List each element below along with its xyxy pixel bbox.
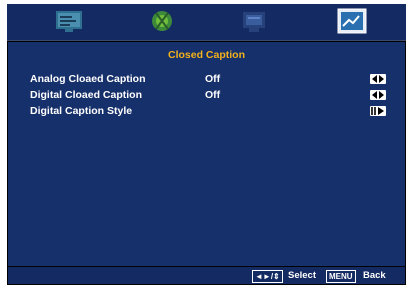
row-label: Digital Cloaed Caption — [30, 89, 143, 101]
menu-row-analog-caption[interactable]: Analog Cloaed Caption Off — [30, 73, 390, 87]
row-value: Off — [205, 89, 221, 101]
select-key-icon: ◄►/⇕ — [252, 270, 283, 283]
panel-title: Closed Caption — [167, 49, 245, 61]
caption-icon[interactable] — [337, 8, 367, 34]
footer-hint-bar: ◄►/⇕ Select MENU Back — [8, 267, 405, 284]
setup-icon[interactable] — [239, 8, 269, 34]
tab-divider — [7, 40, 406, 41]
menu-row-caption-style[interactable]: Digital Caption Style — [30, 105, 390, 119]
menu-row-digital-caption[interactable]: Digital Cloaed Caption Off — [30, 89, 390, 103]
left-right-arrows-icon[interactable] — [370, 74, 386, 84]
picture-icon[interactable] — [54, 8, 84, 34]
left-right-arrows-icon[interactable] — [370, 90, 386, 100]
audio-icon[interactable] — [147, 8, 177, 34]
menu-tab-bar — [7, 4, 406, 40]
enter-arrow-icon[interactable] — [370, 106, 386, 116]
select-hint-label: Select — [288, 270, 316, 281]
row-value: Off — [205, 73, 221, 85]
row-label: Analog Cloaed Caption — [30, 73, 146, 85]
closed-caption-panel: Closed Caption Analog Cloaed Caption Off… — [8, 42, 405, 266]
menu-key-icon: MENU — [326, 270, 356, 283]
osd-screen: Closed Caption Analog Cloaed Caption Off… — [7, 4, 406, 285]
row-label: Digital Caption Style — [30, 105, 133, 117]
back-hint-label: Back — [363, 270, 386, 281]
